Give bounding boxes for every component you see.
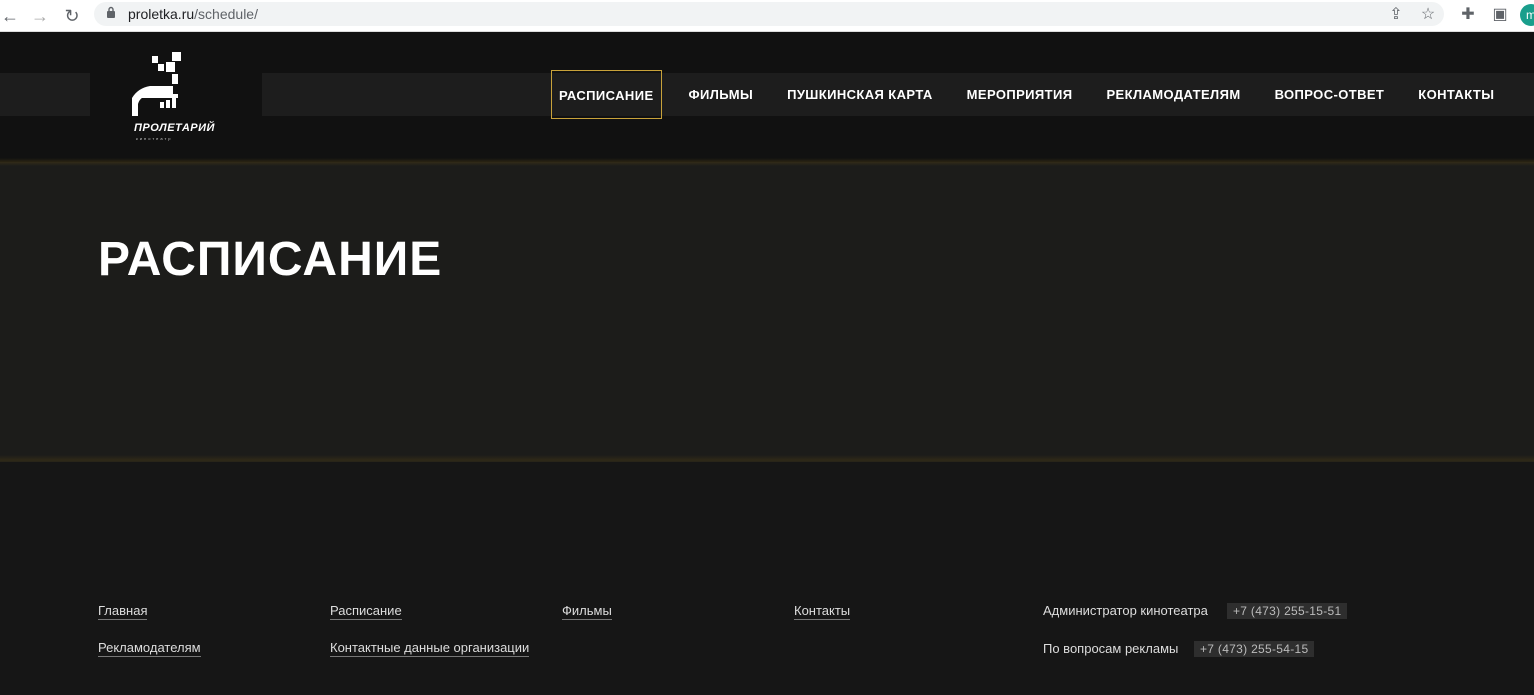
nav-item-advertisers[interactable]: РЕКЛАМОДАТЕЛЯМ bbox=[1089, 70, 1257, 119]
hero-divider-top bbox=[0, 158, 1534, 166]
address-bar[interactable] bbox=[94, 2, 1444, 26]
forward-arrow-icon[interactable]: → bbox=[30, 6, 50, 26]
url-path: /schedule/ bbox=[194, 6, 258, 22]
phone-admin[interactable]: +7 (473) 255-15-51 bbox=[1227, 603, 1348, 619]
footer-link-contacts[interactable]: Контакты bbox=[794, 603, 851, 620]
main-navigation: РАСПИСАНИЕ ФИЛЬМЫ ПУШКИНСКАЯ КАРТА МЕРОП… bbox=[551, 70, 1511, 119]
footer-link-films[interactable]: Фильмы bbox=[562, 603, 612, 620]
nav-item-events[interactable]: МЕРОПРИЯТИЯ bbox=[950, 70, 1090, 119]
url-host: proletka.ru bbox=[128, 6, 195, 22]
nav-item-contacts[interactable]: КОНТАКТЫ bbox=[1401, 70, 1511, 119]
reload-icon[interactable]: ↻ bbox=[62, 6, 82, 26]
contact-label-admin: Администратор кинотеатра bbox=[1043, 603, 1208, 618]
share-icon[interactable]: ⇪ bbox=[1386, 5, 1406, 25]
phone-advertising[interactable]: +7 (473) 255-54-15 bbox=[1194, 641, 1315, 657]
site-footer bbox=[0, 462, 1534, 695]
browser-toolbar: ← → ↻ proletka.ru/schedule/ ⇪ ☆ ✚ ▣ m bbox=[0, 0, 1534, 32]
extensions-icon[interactable]: ✚ bbox=[1458, 5, 1478, 25]
page-title: РАСПИСАНИЕ bbox=[98, 233, 443, 286]
back-arrow-icon[interactable]: ← bbox=[0, 6, 20, 26]
lock-icon bbox=[107, 6, 115, 18]
nav-item-schedule[interactable]: РАСПИСАНИЕ bbox=[551, 70, 662, 119]
side-panel-icon[interactable]: ▣ bbox=[1490, 5, 1510, 25]
footer-link-schedule[interactable]: Расписание bbox=[330, 603, 402, 620]
footer-link-advertisers[interactable]: Рекламодателям bbox=[98, 640, 201, 657]
nav-item-films[interactable]: ФИЛЬМЫ bbox=[672, 70, 771, 119]
footer-link-organization-details[interactable]: Контактные данные организации bbox=[330, 640, 530, 657]
logo-subtitle: кинотеатр bbox=[136, 136, 173, 141]
contact-label-advertising: По вопросам рекламы bbox=[1043, 641, 1179, 656]
url-text[interactable]: proletka.ru/schedule/ bbox=[128, 6, 258, 22]
footer-link-home[interactable]: Главная bbox=[98, 603, 148, 620]
hero-section bbox=[0, 162, 1534, 462]
nav-item-pushkin-card[interactable]: ПУШКИНСКАЯ КАРТА bbox=[770, 70, 950, 119]
bookmark-star-icon[interactable]: ☆ bbox=[1418, 5, 1438, 25]
nav-item-faq[interactable]: ВОПРОС-ОТВЕТ bbox=[1258, 70, 1402, 119]
profile-avatar[interactable]: m bbox=[1520, 4, 1534, 26]
logo-text: ПРОЛЕТАРИЙ bbox=[134, 122, 215, 134]
